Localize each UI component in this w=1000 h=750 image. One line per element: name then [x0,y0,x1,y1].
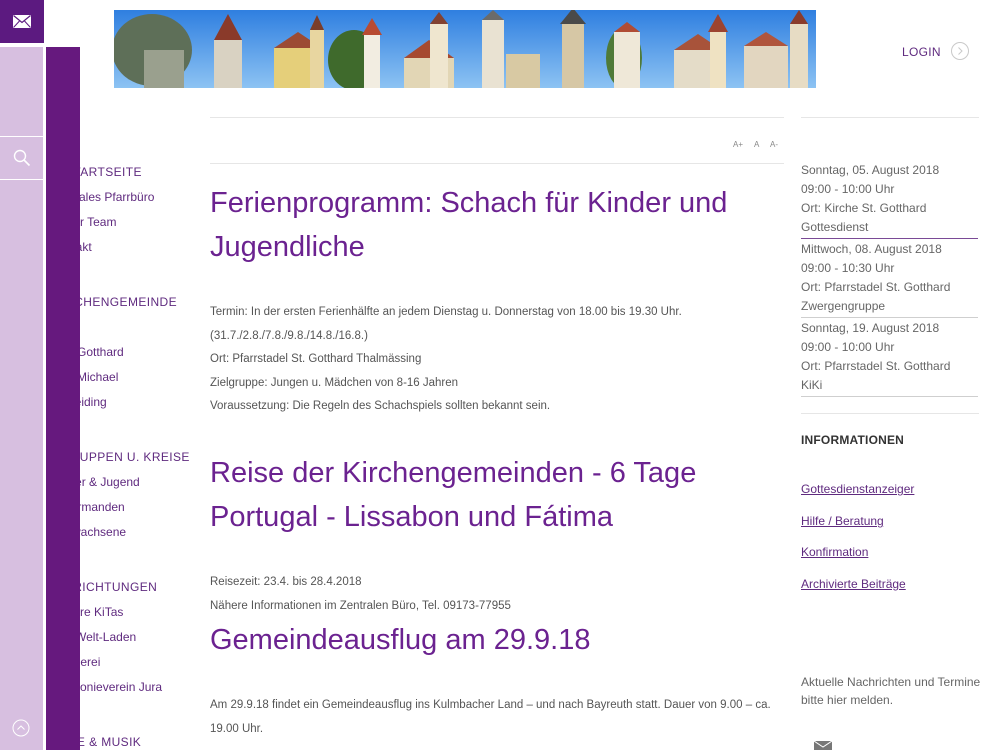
nav-erwachsene[interactable]: Erwachsene [80,525,126,539]
nav-pfarrbuero[interactable]: Zentrales Pfarrbüro [80,190,154,204]
article-body: Reisezeit: 23.4. bis 28.4.2018 Nähere In… [210,571,785,618]
nav-heiding[interactable]: Heiding [80,395,107,409]
login-arrow-button[interactable] [951,42,969,60]
event-place: Ort: Pfarrstadel St. Gotthard [801,359,951,373]
nav-buecherei[interactable]: Bücherei [80,655,100,669]
nav-gotthard[interactable]: St. Gotthard [80,345,124,359]
nav-panel-edge [46,47,80,750]
nav-michael[interactable]: St. Michael [80,370,118,384]
event-time: 09:00 - 10:30 Uhr [801,261,895,275]
link-konfirmation[interactable]: Konfirmation [801,545,868,559]
event-divider [801,396,978,397]
nav-kontakt[interactable]: Kontakt [80,240,92,254]
article-title[interactable]: Gemeindeausflug am 29.9.18 [210,618,780,662]
event-divider [801,317,978,318]
article-line: 19.00 Uhr. [210,722,264,735]
nav-kirchengemeinde[interactable]: KIRCHENGEMEINDE [80,295,177,309]
article-line: Am 29.9.18 findet ein Gemeindeausflug in… [210,699,771,711]
font-normal-button[interactable]: A [754,140,759,149]
mail-icon [13,15,31,28]
event-date: Sonntag, 19. August 2018 [801,321,940,335]
event-title: KiKi [801,378,823,392]
rail-divider [0,179,44,180]
nav-einrichtungen[interactable]: EINRICHTUNGEN [80,580,157,594]
article-title[interactable]: Ferienprogramm: Schach für Kinder und Ju… [210,181,780,269]
sidebar-top-divider [801,117,979,118]
arrow-up-circle-icon [12,719,30,737]
nav-eineweltladen[interactable]: Eine-Welt-Laden [80,630,136,644]
article-body: Am 29.9.18 findet ein Gemeindeausflug in… [210,694,785,741]
nav-team[interactable]: Unser Team [80,215,116,229]
main-navigation: STARTSEITE Zentrales Pfarrbüro Unser Tea… [80,0,210,750]
article-body: Termin: In der ersten Ferienhälfte an je… [210,301,785,419]
article-title[interactable]: Reise der Kirchengemeinden - 6 Tage Port… [210,451,780,539]
event-date: Mittwoch, 08. August 2018 [801,242,942,256]
nav-startseite[interactable]: STARTSEITE [80,165,142,179]
nav-konfirmanden[interactable]: Konfirmanden [80,500,125,514]
nav-gruppen[interactable]: GRUPPEN U. KREISE [80,450,190,464]
link-gottesdienstanzeiger[interactable]: Gottesdienstanzeiger [801,482,914,496]
nav-diakonie[interactable]: Diakonieverein Jura [80,680,162,694]
article-line: Zielgruppe: Jungen u. Mädchen von 8-16 J… [210,376,459,389]
event-date: Sonntag, 05. August 2018 [801,163,940,177]
mail-rail-button[interactable] [0,0,44,43]
article-line: (31.7./2.8./7.8./9.8./14.8./16.8.) [210,329,368,342]
font-smaller-button[interactable]: A- [770,140,778,149]
event-time: 09:00 - 10:00 Uhr [801,182,895,196]
nav-choere[interactable]: CHÖRE & MUSIK [80,735,141,749]
search-rail-button[interactable] [0,137,44,179]
event-place: Ort: Kirche St. Gotthard [801,201,927,215]
left-rail [0,47,44,750]
mail-icon[interactable] [814,741,832,750]
article-line: Reisezeit: 23.4. bis 28.4.2018 [210,576,362,588]
sidebar-divider [801,413,979,414]
nav-kitas[interactable]: Unsere KiTas [80,605,123,619]
event-divider [801,238,978,239]
event-place: Ort: Pfarrstadel St. Gotthard [801,280,951,294]
informationen-heading: INFORMATIONEN [801,433,905,447]
login-link[interactable]: LOGIN [902,45,941,59]
event-item[interactable]: Sonntag, 05. August 2018 09:00 - 10:00 U… [801,161,978,237]
link-archivierte-beitraege[interactable]: Archivierte Beiträge [801,577,906,591]
article-line: Voraussetzung: Die Regeln des Schachspie… [210,400,551,412]
article-line: Termin: In der ersten Ferienhälfte an je… [210,306,682,318]
event-title: Gottesdienst [801,220,869,234]
nav-kinder[interactable]: Kinder & Jugend [80,475,140,489]
news-notice: Aktuelle Nachrichten und Termine bitte h… [801,675,981,707]
article-line: Nähere Informationen im Zentralen Büro, … [210,599,511,612]
chevron-right-circle-icon [958,47,963,55]
banner-image [114,10,816,88]
church-banner [114,10,816,88]
event-item[interactable]: Sonntag, 19. August 2018 09:00 - 10:00 U… [801,319,978,395]
link-hilfe-beratung[interactable]: Hilfe / Beratung [801,514,884,528]
content-top-divider [210,117,784,118]
event-title: Zwergengruppe [801,299,886,313]
scroll-top-button[interactable] [12,719,30,737]
font-larger-button[interactable]: A+ [733,140,743,149]
event-item[interactable]: Mittwoch, 08. August 2018 09:00 - 10:30 … [801,240,978,316]
article-line: Ort: Pfarrstadel St. Gotthard Thalmässin… [210,353,422,365]
content-divider [210,163,784,164]
search-icon [13,149,31,167]
event-time: 09:00 - 10:00 Uhr [801,340,895,354]
